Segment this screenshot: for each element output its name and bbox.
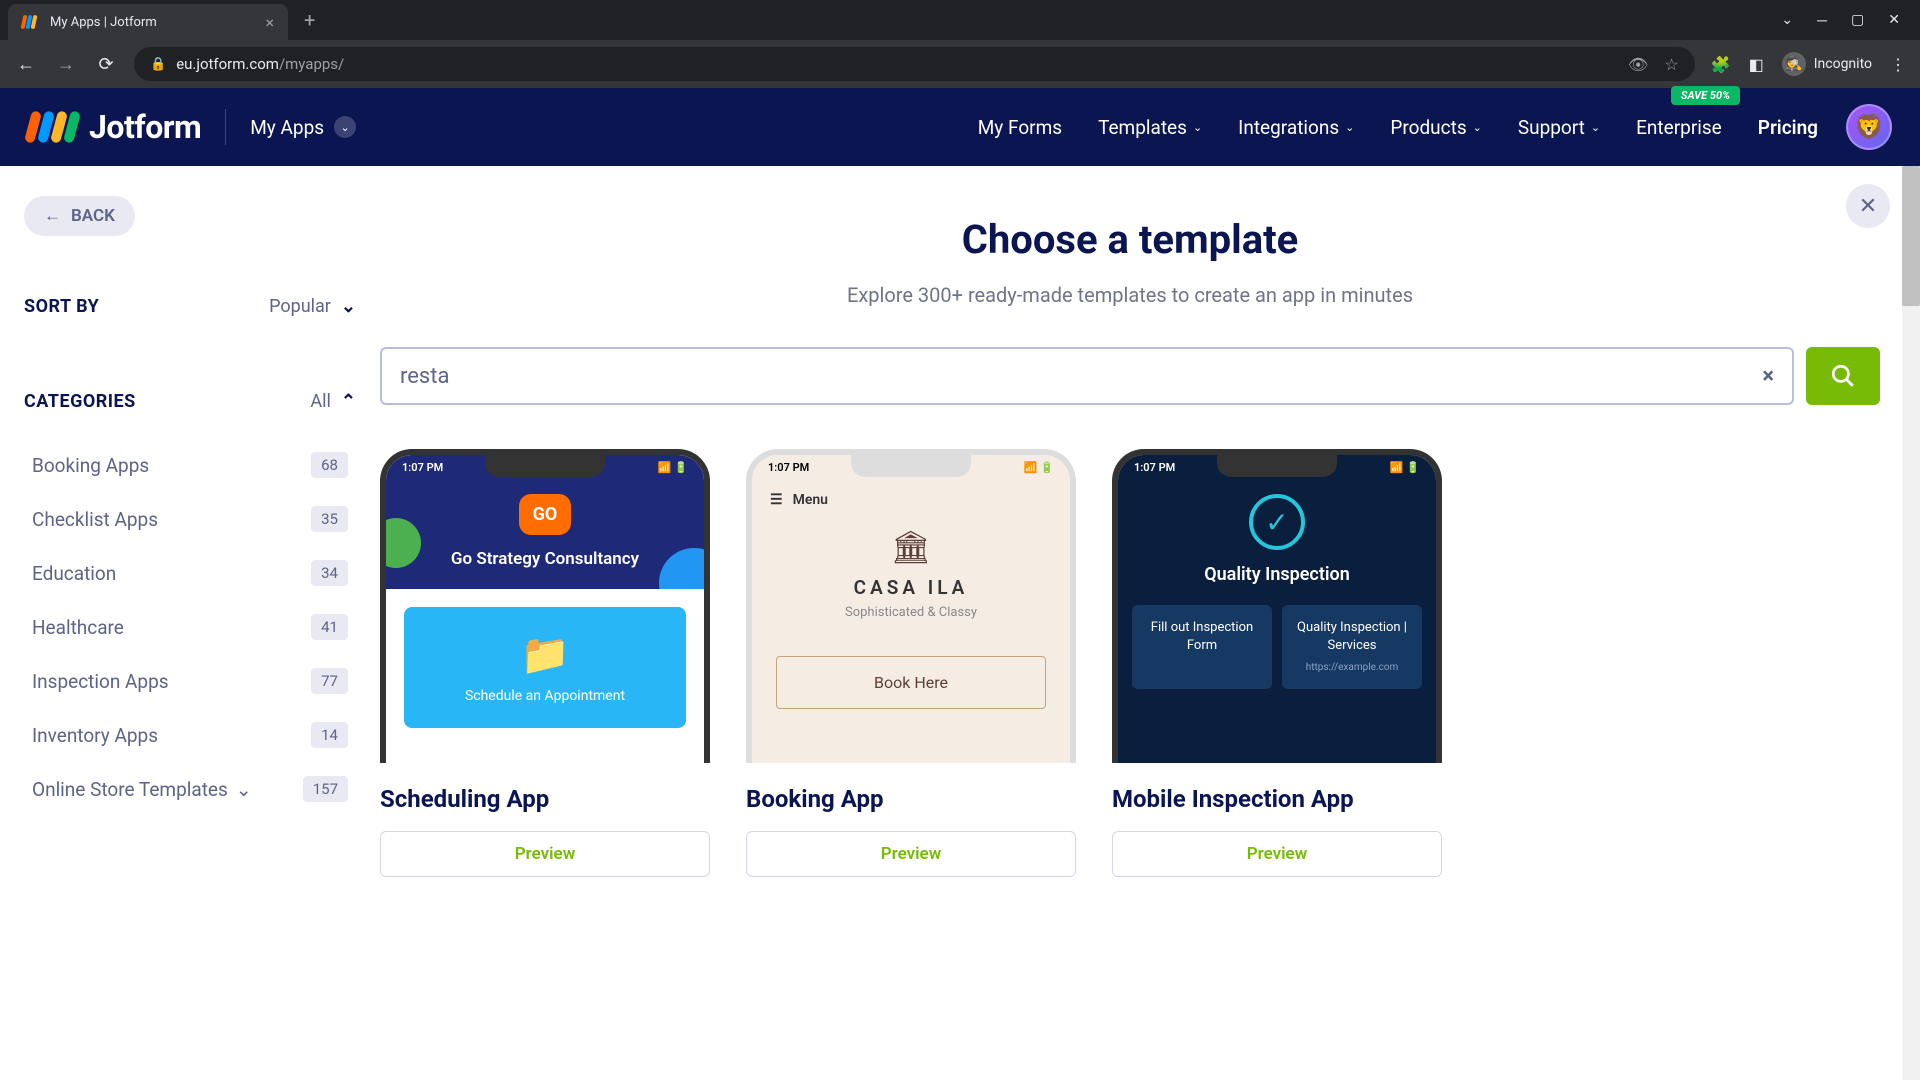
chevron-down-icon: ⌄ [1193, 121, 1202, 134]
nav-enterprise[interactable]: Enterprise [1636, 116, 1722, 139]
app-header: Jotform My Apps ⌄ My Forms Templates⌄ In… [0, 88, 1920, 166]
tab-bar: My Apps | Jotform × + ⌄ ─ ▢ ✕ [0, 0, 1920, 40]
chevron-down-icon: ⌄ [1345, 121, 1354, 134]
back-button[interactable]: ← BACK [24, 196, 135, 236]
window-controls: ⌄ ─ ▢ ✕ [1781, 12, 1920, 29]
template-grid: 1:07 PM📶 🔋 GO Go Strategy Consultancy 📁 … [380, 449, 1880, 877]
nav-support[interactable]: Support⌄ [1518, 116, 1600, 139]
bookmark-star-icon[interactable]: ☆ [1664, 55, 1678, 74]
template-name: Booking App [746, 785, 1076, 813]
category-item[interactable]: Online Store Templates⌄157 [24, 766, 356, 812]
back-nav-button[interactable]: ← [14, 54, 38, 75]
chevron-down-icon: ⌄ [1473, 121, 1482, 134]
nav-integrations[interactable]: Integrations⌄ [1238, 116, 1354, 139]
search-button[interactable] [1806, 347, 1880, 405]
maximize-button[interactable]: ▢ [1851, 12, 1864, 29]
chevron-down-icon: ⌄ [236, 778, 252, 801]
close-window-button[interactable]: ✕ [1888, 12, 1900, 29]
chevron-down-icon: ⌄ [334, 116, 356, 138]
check-circle-icon: ✓ [1249, 494, 1305, 550]
nav-my-forms[interactable]: My Forms [978, 116, 1062, 139]
side-panel-icon[interactable]: ◧ [1749, 55, 1764, 74]
nav-templates[interactable]: Templates⌄ [1098, 116, 1202, 139]
search-box[interactable]: × [380, 347, 1794, 405]
reload-button[interactable]: ⟳ [94, 54, 118, 75]
minimize-button[interactable]: ─ [1817, 12, 1827, 29]
category-item[interactable]: Booking Apps68 [24, 442, 356, 488]
eye-off-icon[interactable]: 👁 [1628, 55, 1648, 74]
extensions-icon[interactable]: 🧩 [1711, 55, 1731, 74]
nav-products[interactable]: Products⌄ [1390, 116, 1481, 139]
category-list: Booking Apps68 Checklist Apps35 Educatio… [24, 442, 356, 812]
page-content: ← BACK SORT BY Popular ⌄ CATEGORIES All … [0, 166, 1920, 1080]
url-text: eu.jotform.com/myapps/ [176, 55, 344, 73]
chevron-down-icon: ⌄ [1591, 121, 1600, 134]
preview-button[interactable]: Preview [746, 831, 1076, 877]
phone-mockup: 1:07 PM📶 🔋 GO Go Strategy Consultancy 📁 … [380, 449, 710, 763]
incognito-icon: 🕵 [1782, 52, 1806, 76]
new-tab-button[interactable]: + [304, 8, 315, 32]
save-badge: SAVE 50% [1671, 86, 1740, 105]
preview-button[interactable]: Preview [1112, 831, 1442, 877]
logo-text: Jotform [89, 108, 201, 146]
nav-pricing[interactable]: Pricing [1758, 116, 1818, 139]
close-button[interactable]: ✕ [1846, 184, 1890, 228]
folder-user-icon: 📁 [428, 631, 662, 678]
logo-icon [28, 111, 77, 143]
main-nav: My Forms Templates⌄ Integrations⌄ Produc… [978, 116, 1818, 139]
lock-icon: 🔒 [150, 57, 166, 72]
category-item[interactable]: Inventory Apps14 [24, 712, 356, 758]
tabs-dropdown-icon[interactable]: ⌄ [1781, 12, 1793, 29]
page-subtitle: Explore 300+ ready-made templates to cre… [380, 283, 1880, 307]
divider [225, 109, 226, 145]
tab-title: My Apps | Jotform [50, 15, 255, 30]
tab-close-icon[interactable]: × [265, 13, 274, 32]
template-card[interactable]: 1:07 PM📶 🔋 ✓ Quality Inspection Fill out… [1112, 449, 1442, 877]
search-input[interactable] [400, 364, 1762, 389]
category-item[interactable]: Education34 [24, 550, 356, 596]
arrow-left-icon: ← [44, 206, 61, 226]
menu-icon: ☰ [770, 492, 783, 508]
template-card[interactable]: 1:07 PM📶 🔋 ☰Menu 🏛 CASA ILA Sophisticate… [746, 449, 1076, 877]
template-card[interactable]: 1:07 PM📶 🔋 GO Go Strategy Consultancy 📁 … [380, 449, 710, 877]
context-switcher[interactable]: My Apps ⌄ [250, 116, 356, 139]
building-icon: 🏛 [752, 528, 1070, 566]
forward-nav-button: → [54, 54, 78, 75]
scrollbar[interactable] [1902, 166, 1920, 1080]
user-avatar[interactable]: 🦁 [1846, 104, 1892, 150]
browser-tab[interactable]: My Apps | Jotform × [8, 4, 288, 40]
preview-button[interactable]: Preview [380, 831, 710, 877]
phone-mockup: 1:07 PM📶 🔋 ✓ Quality Inspection Fill out… [1112, 449, 1442, 763]
categories-all-toggle[interactable]: All ⌃ [310, 391, 356, 412]
tab-favicon [22, 13, 40, 31]
sort-dropdown[interactable]: Popular ⌄ [269, 296, 356, 317]
template-name: Scheduling App [380, 785, 710, 813]
sidebar: ← BACK SORT BY Popular ⌄ CATEGORIES All … [0, 166, 380, 1080]
category-item[interactable]: Checklist Apps35 [24, 496, 356, 542]
address-bar: ← → ⟳ 🔒 eu.jotform.com/myapps/ 👁 ☆ 🧩 ◧ 🕵… [0, 40, 1920, 88]
incognito-badge[interactable]: 🕵 Incognito [1782, 52, 1872, 76]
search-icon [1830, 363, 1856, 389]
url-bar[interactable]: 🔒 eu.jotform.com/myapps/ 👁 ☆ [134, 47, 1695, 81]
chevron-up-icon: ⌃ [341, 391, 356, 412]
page-title: Choose a template [380, 216, 1880, 263]
categories-label: CATEGORIES [24, 391, 136, 412]
sort-label: SORT BY [24, 296, 99, 317]
phone-mockup: 1:07 PM📶 🔋 ☰Menu 🏛 CASA ILA Sophisticate… [746, 449, 1076, 763]
browser-menu-icon[interactable]: ⋮ [1890, 55, 1906, 74]
main-content: ✕ Choose a template Explore 300+ ready-m… [380, 166, 1920, 1080]
jotform-logo[interactable]: Jotform [28, 108, 201, 146]
category-item[interactable]: Healthcare41 [24, 604, 356, 650]
clear-search-icon[interactable]: × [1762, 364, 1774, 389]
template-name: Mobile Inspection App [1112, 785, 1442, 813]
category-item[interactable]: Inspection Apps77 [24, 658, 356, 704]
chevron-down-icon: ⌄ [341, 296, 356, 317]
